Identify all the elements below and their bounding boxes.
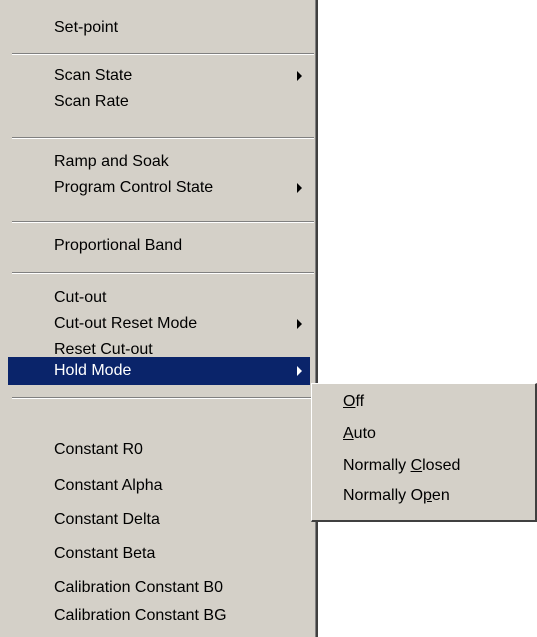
menu-item-label: Calibration Constant BG <box>54 607 227 624</box>
menu-item-label: Proportional Band <box>54 237 183 254</box>
submenu-arrow-icon <box>297 71 302 81</box>
menu-item-label: Hold Mode <box>54 362 132 379</box>
submenu-item-normally-open[interactable]: Normally Open <box>315 482 531 510</box>
context-menu: Set-point Scan State Scan Rate Ramp and … <box>0 0 318 637</box>
menu-item-label: Scan Rate <box>54 93 129 110</box>
menu-item-label: Set-point <box>54 19 119 36</box>
menu-item-calibration-constant-bg[interactable]: Calibration Constant BG <box>8 602 310 630</box>
menu-item-label: Cut-out Reset Mode <box>54 315 198 332</box>
menu-item-label: Cut-out <box>54 289 107 306</box>
menu-item-constant-r0[interactable]: Constant R0 <box>8 436 310 464</box>
access-key: C <box>410 457 423 474</box>
menu-item-label: Reset Cut-out <box>54 341 153 358</box>
submenu-item-label: Normally Open <box>343 487 450 504</box>
menu-separator <box>12 397 314 399</box>
submenu-arrow-icon <box>297 183 302 193</box>
menu-item-cut-out[interactable]: Cut-out <box>8 284 310 312</box>
menu-item-set-point[interactable]: Set-point <box>8 14 310 42</box>
submenu-item-normally-closed[interactable]: Normally Closed <box>315 452 531 480</box>
menu-item-label: Scan State <box>54 67 133 84</box>
menu-item-label: Program Control State <box>54 179 214 196</box>
menu-item-program-control-state[interactable]: Program Control State <box>8 174 310 202</box>
menu-item-scan-state[interactable]: Scan State <box>8 62 310 90</box>
hold-mode-submenu: Off Auto Normally Closed Normally Open <box>311 383 537 522</box>
submenu-item-auto[interactable]: Auto <box>315 420 531 448</box>
menu-item-label: Constant R0 <box>54 441 143 458</box>
submenu-item-label: Off <box>343 393 365 410</box>
submenu-arrow-icon <box>297 366 302 376</box>
submenu-item-label: Normally Closed <box>343 457 461 474</box>
menu-separator <box>12 53 314 55</box>
menu-item-label: Constant Alpha <box>54 477 163 494</box>
menu-item-constant-beta[interactable]: Constant Beta <box>8 540 310 568</box>
menu-item-label: Calibration Constant B0 <box>54 579 223 596</box>
menu-separator <box>12 137 314 139</box>
menu-separator <box>12 272 314 274</box>
access-key: p <box>423 487 432 504</box>
menu-item-constant-delta[interactable]: Constant Delta <box>8 506 310 534</box>
menu-item-calibration-constant-b0[interactable]: Calibration Constant B0 <box>8 574 310 602</box>
menu-separator <box>12 221 314 223</box>
submenu-item-off[interactable]: Off <box>315 388 531 416</box>
menu-item-proportional-band[interactable]: Proportional Band <box>8 232 310 260</box>
menu-item-cut-out-reset-mode[interactable]: Cut-out Reset Mode <box>8 310 310 338</box>
menu-item-label: Constant Delta <box>54 511 160 528</box>
menu-item-label: Constant Beta <box>54 545 156 562</box>
menu-item-hold-mode[interactable]: Hold Mode <box>8 357 310 385</box>
menu-item-label: Ramp and Soak <box>54 153 169 170</box>
menu-item-scan-rate[interactable]: Scan Rate <box>8 88 310 116</box>
submenu-item-label: Auto <box>343 425 376 442</box>
submenu-arrow-icon <box>297 319 302 329</box>
access-key: O <box>343 393 356 410</box>
menu-item-constant-alpha[interactable]: Constant Alpha <box>8 472 310 500</box>
access-key: A <box>343 425 354 442</box>
menu-item-ramp-and-soak[interactable]: Ramp and Soak <box>8 148 310 176</box>
